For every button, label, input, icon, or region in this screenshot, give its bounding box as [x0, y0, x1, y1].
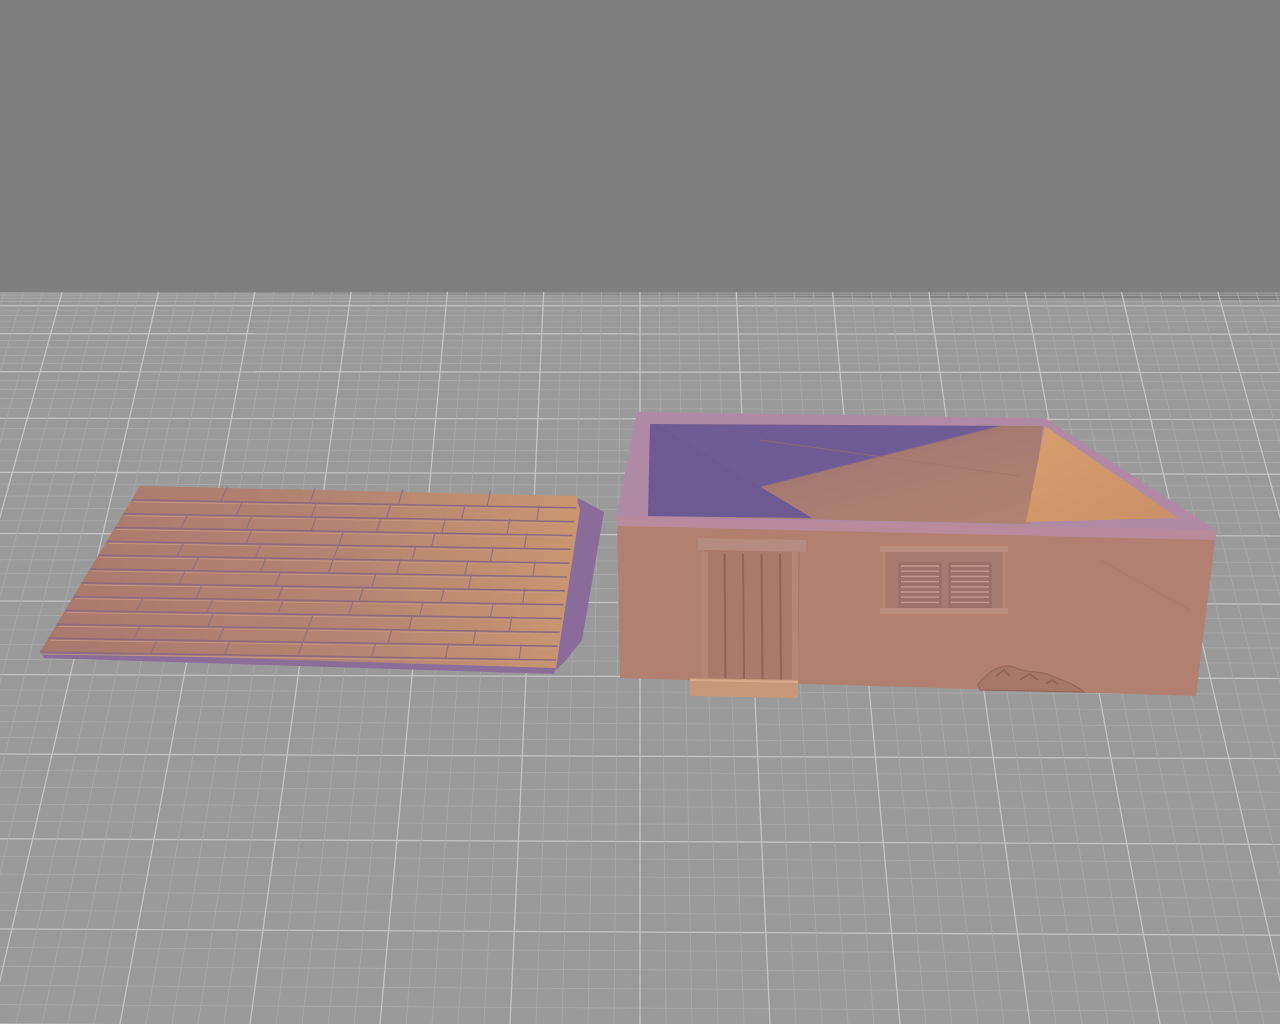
window-sill: [880, 608, 1008, 614]
shutter-right: [948, 562, 992, 608]
3d-viewport[interactable]: [0, 0, 1280, 1024]
roof-tile-panel[interactable]: [39, 486, 604, 674]
door-frame: [704, 550, 800, 684]
door-plank-seam: [723, 553, 727, 681]
window-lintel: [880, 546, 1008, 552]
door-side-post-right: [792, 552, 798, 682]
door[interactable]: [689, 538, 806, 698]
window-shutters[interactable]: [880, 546, 1008, 614]
scene-canvas[interactable]: [0, 0, 1280, 1024]
door-lintel: [698, 538, 806, 552]
door-plank-seam: [779, 553, 782, 681]
door-plank-seam: [760, 553, 764, 681]
shutter-left: [898, 562, 942, 608]
door-plank-seam: [742, 553, 745, 681]
door-side-post-left: [702, 552, 708, 682]
